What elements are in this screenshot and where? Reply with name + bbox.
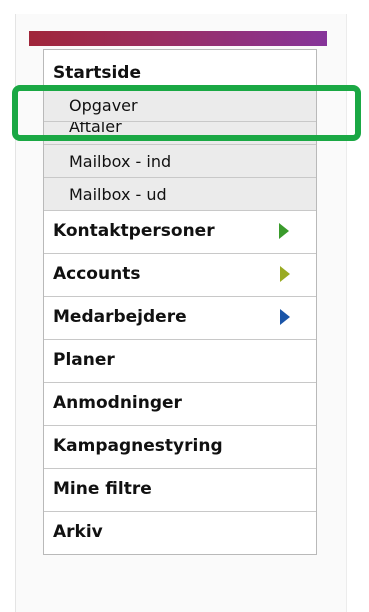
menu-item-label: Accounts — [53, 264, 141, 284]
menu-item-startside[interactable]: Startside — [44, 50, 316, 89]
menu-item-label: Planer — [53, 350, 115, 370]
menu-item-accounts[interactable]: Accounts — [44, 254, 316, 297]
menu-item-anmodninger[interactable]: Anmodninger — [44, 383, 316, 426]
menu-item-label: Kontaktpersoner — [53, 221, 215, 241]
menu-item-kampagnestyring[interactable]: Kampagnestyring — [44, 426, 316, 469]
accent-bar — [29, 31, 327, 46]
submenu-item-opgaver[interactable]: Opgaver — [44, 89, 316, 122]
submenu-item-mailbox-ud[interactable]: Mailbox - ud — [44, 178, 316, 211]
menu-item-mine-filtre[interactable]: Mine filtre — [44, 469, 316, 512]
expand-arrow-icon[interactable] — [280, 309, 290, 325]
menu-item-medarbejdere[interactable]: Medarbejdere — [44, 297, 316, 340]
submenu-item-label: Mailbox - ind — [69, 152, 172, 171]
menu-item-planer[interactable]: Planer — [44, 340, 316, 383]
navigation-menu: Startside Opgaver Aftaler Mailbox - ind … — [43, 49, 317, 555]
menu-item-label: Startside — [53, 63, 141, 83]
submenu-item-aftaler[interactable]: Aftaler — [44, 122, 316, 145]
submenu-item-label: Aftaler — [69, 122, 122, 136]
expand-arrow-icon[interactable] — [280, 266, 290, 282]
menu-item-label: Arkiv — [53, 522, 103, 542]
menu-item-arkiv[interactable]: Arkiv — [44, 512, 316, 554]
expand-arrow-icon[interactable] — [279, 223, 289, 239]
menu-item-label: Mine filtre — [53, 479, 152, 499]
menu-item-label: Kampagnestyring — [53, 436, 223, 456]
submenu-item-label: Mailbox - ud — [69, 185, 167, 204]
submenu-item-label: Opgaver — [69, 96, 138, 115]
submenu-item-mailbox-ind[interactable]: Mailbox - ind — [44, 145, 316, 178]
menu-item-label: Anmodninger — [53, 393, 182, 413]
menu-item-kontaktpersoner[interactable]: Kontaktpersoner — [44, 211, 316, 254]
menu-item-label: Medarbejdere — [53, 307, 187, 327]
